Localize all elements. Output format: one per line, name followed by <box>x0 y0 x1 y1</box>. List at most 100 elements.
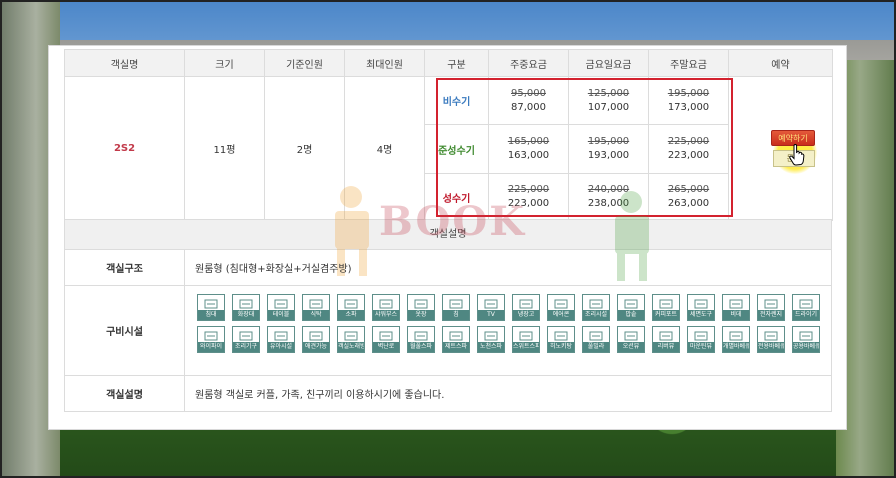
shared-bbq-icon <box>799 331 813 341</box>
wardrobe-icon <box>414 299 428 309</box>
amenity-label: 전용바베큐 <box>758 342 784 352</box>
whirlpool-icon <box>414 331 428 341</box>
amenity-item: 객실노래방 <box>337 326 365 353</box>
suite-spa-icon <box>519 331 533 341</box>
col-size: 크기 <box>184 49 265 77</box>
amenity-label: 벽난로 <box>373 342 399 352</box>
fireplace-icon <box>379 331 393 341</box>
sofa-icon <box>344 299 358 309</box>
amenity-item: 조리기구 <box>232 326 260 353</box>
amenity-item: 스위트스파 <box>512 326 540 353</box>
amenity-item: 제트스파 <box>442 326 470 353</box>
amenity-label: 유아시설 <box>268 342 294 352</box>
microwave-icon <box>764 299 778 309</box>
amenity-item: 벽난로 <box>372 326 400 353</box>
col-base-people: 기준인원 <box>264 49 345 77</box>
river-view-icon <box>659 331 673 341</box>
rice-cooker-icon <box>624 299 638 309</box>
col-reservation: 예약 <box>728 49 833 77</box>
amenity-item: 마운틴뷰 <box>687 326 715 353</box>
amenity-item: 세면도구 <box>687 294 715 321</box>
hairdryer-icon <box>799 299 813 309</box>
amenity-item: 샤워부스 <box>372 294 400 321</box>
baby-icon <box>274 331 288 341</box>
structure-label: 객실구조 <box>65 250 185 285</box>
fridge-icon <box>519 299 533 309</box>
structure-value: 원룸형 (침대형+화장실+거실겸주방) <box>195 264 352 275</box>
room-description-band: 객실설명 <box>64 219 832 250</box>
col-weekend-rate: 주말요금 <box>648 49 729 77</box>
amenity-item: 조리시설 <box>582 294 610 321</box>
amenity-label: 와이파이 <box>198 342 224 352</box>
amenity-item: 전자렌지 <box>757 294 785 321</box>
amenities-row: 구비시설 침대 화장대 테이블 식탁 소파 샤워부스 옷장 침 TV 냉장고 에어콘 조리시설 밥솥 커피… <box>64 286 832 376</box>
shower-booth-icon <box>379 299 393 309</box>
wifi-icon <box>204 331 218 341</box>
amenity-item: 소파 <box>337 294 365 321</box>
amenity-item: 애견가능 <box>302 326 330 353</box>
dining-table-icon <box>309 299 323 309</box>
private-bbq-icon <box>729 331 743 341</box>
amenity-item: 밥솥 <box>617 294 645 321</box>
amenity-label: 풀빌라 <box>583 342 609 352</box>
hand-cursor-icon <box>789 144 805 166</box>
col-room-name: 객실명 <box>64 49 185 77</box>
kettle-icon <box>659 299 673 309</box>
dog-icon <box>309 331 323 341</box>
tv-icon <box>484 299 498 309</box>
amenity-item: 전용바베큐 <box>757 326 785 353</box>
amenity-item: 테이블 <box>267 294 295 321</box>
amenity-label: 비데 <box>723 310 749 320</box>
amenity-label: 에어콘 <box>548 310 574 320</box>
description-label: 객실설명 <box>65 376 185 411</box>
amenity-item: 에어콘 <box>547 294 575 321</box>
col-friday-rate: 금요일요금 <box>568 49 649 77</box>
room-description-row: 객실설명 원룸형 객실로 커플, 가족, 친구끼리 이용하시기에 좋습니다. <box>64 376 832 412</box>
cooktop-icon <box>589 299 603 309</box>
amenity-label: TV <box>478 310 504 320</box>
bed-icon <box>204 299 218 309</box>
amenity-label: 리버뷰 <box>653 342 679 352</box>
ocean-view-icon <box>624 331 638 341</box>
amenity-label: 전자렌지 <box>758 310 784 320</box>
amenity-label: 드라이기 <box>793 310 819 320</box>
amenity-label: 제트스파 <box>443 342 469 352</box>
description-value: 원룸형 객실로 커플, 가족, 친구끼리 이용하시기에 좋습니다. <box>195 390 445 401</box>
amenity-item: 커피포트 <box>652 294 680 321</box>
amenity-item: 드라이기 <box>792 294 820 321</box>
amenity-item: 유아시설 <box>267 326 295 353</box>
amenity-item: 식탁 <box>302 294 330 321</box>
amenity-label: 애견가능 <box>303 342 329 352</box>
amenity-label: 소파 <box>338 310 364 320</box>
amenity-label: 개별바베큐 <box>723 342 749 352</box>
amenity-item: 와이파이 <box>197 326 225 353</box>
max-people: 4명 <box>344 76 425 221</box>
outdoor-spa-icon <box>484 331 498 341</box>
amenity-label: 침 <box>443 310 469 320</box>
base-people: 2명 <box>264 76 345 221</box>
bedding-icon <box>449 299 463 309</box>
price-highlight-box <box>436 78 733 217</box>
amenity-item: 노천스파 <box>477 326 505 353</box>
room-structure-row: 객실구조 원룸형 (침대형+화장실+거실겸주방) <box>64 250 832 286</box>
amenity-label: 옷장 <box>408 310 434 320</box>
amenity-label: 스위트스파 <box>513 342 539 352</box>
amenity-label: 밥솥 <box>618 310 644 320</box>
amenity-label: 화장대 <box>233 310 259 320</box>
amenity-item: TV <box>477 294 505 321</box>
table-header-row: 객실명 크기 기준인원 최대인원 구분 주중요금 금요일요금 주말요금 예약 <box>64 49 833 77</box>
pool-villa-icon <box>589 331 603 341</box>
dresser-icon <box>239 299 253 309</box>
amenity-item: 옷장 <box>407 294 435 321</box>
mountain-view-icon <box>694 331 708 341</box>
exclusive-bbq-icon <box>764 331 778 341</box>
amenity-item: 비데 <box>722 294 750 321</box>
amenity-label: 월풀스파 <box>408 342 434 352</box>
amenity-item: 냉장고 <box>512 294 540 321</box>
amenity-label: 커피포트 <box>653 310 679 320</box>
cookware-icon <box>239 331 253 341</box>
jet-spa-icon <box>449 331 463 341</box>
room-name-cell: 2S2 <box>64 76 185 221</box>
amenity-label: 세면도구 <box>688 310 714 320</box>
amenity-item: 침 <box>442 294 470 321</box>
